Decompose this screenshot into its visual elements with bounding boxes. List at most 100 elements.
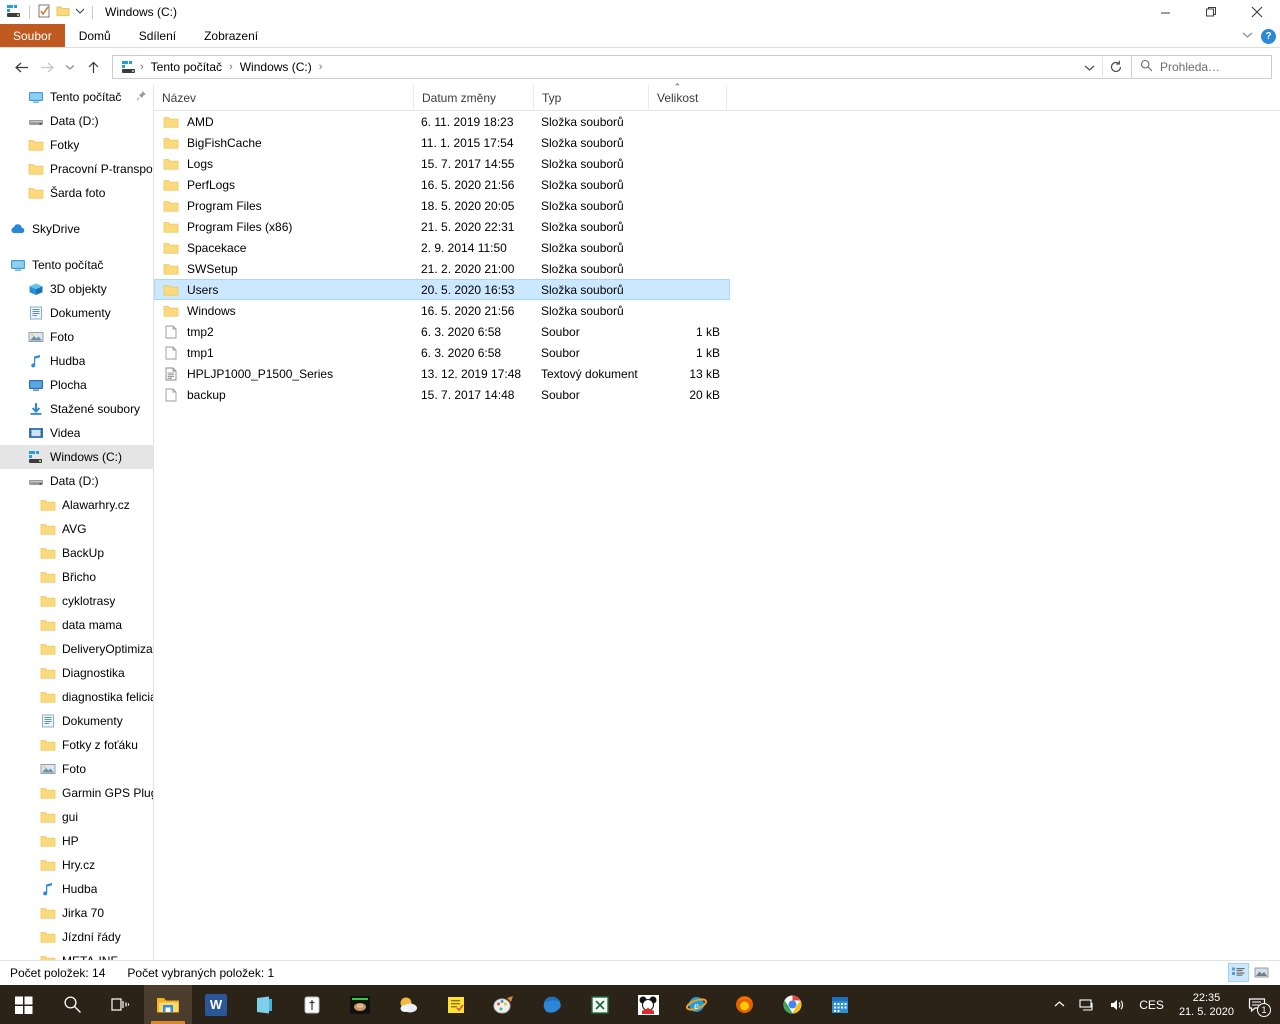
taskbar-search-icon[interactable] [48,985,96,1024]
sidebar-item-data-d[interactable]: Data (D:) [0,469,153,493]
sidebar-item-sta-en-soubory[interactable]: Stažené soubory [0,397,153,421]
table-row[interactable]: Spacekace 2. 9. 2014 11:50 Složka souborů [154,237,730,258]
sidebar-item-dokumenty[interactable]: Dokumenty [0,301,153,325]
column-header-nazev[interactable]: Název [154,85,414,111]
sidebar-item-deliveryoptimizat[interactable]: DeliveryOptimizat [0,637,153,661]
table-row[interactable]: Program Files 18. 5. 2020 20:05 Složka sou… [154,195,730,216]
minimize-button[interactable] [1142,0,1188,24]
chevron-down-icon[interactable] [1242,29,1253,43]
taskbar-calendar-icon[interactable] [816,985,864,1024]
taskbar-paint-icon[interactable] [480,985,528,1024]
table-row[interactable]: Program Files (x86) 21. 5. 2020 22:31 Slož… [154,216,730,237]
taskbar-file-explorer-icon[interactable] [144,985,192,1024]
chevron-up-icon[interactable] [1047,985,1072,1024]
sidebar-item-fotky[interactable]: Fotky [0,133,153,157]
sidebar-item-gui[interactable]: gui [0,805,153,829]
column-header-datum-zmeny[interactable]: Datum změny [414,85,534,111]
tab-sdileni[interactable]: Sdílení [125,24,190,47]
taskbar-game-icon[interactable] [336,985,384,1024]
customize-dropdown-icon[interactable] [75,5,85,19]
sidebar-item-tento-po-ta[interactable]: Tento počítač [0,253,153,277]
taskbar-edge-icon[interactable] [528,985,576,1024]
clock[interactable]: 22:35 21. 5. 2020 [1171,991,1242,1019]
breadcrumb-separator-1[interactable]: › [226,61,236,73]
taskbar-internet-explorer-icon[interactable]: e [672,985,720,1024]
breadcrumb-separator-2[interactable]: › [316,61,326,73]
address-dropdown-icon[interactable] [1076,56,1102,78]
sidebar-item-jirka-70[interactable]: Jirka 70 [0,901,153,925]
sidebar-item-avg[interactable]: AVG [0,517,153,541]
taskbar-whatsapp-icon[interactable] [288,985,336,1024]
maximize-button[interactable] [1188,0,1234,24]
sidebar-item-backup[interactable]: BackUp [0,541,153,565]
sidebar-item-arda-foto[interactable]: Šarda foto [0,181,153,205]
recent-locations-button[interactable] [60,54,80,80]
tab-soubor[interactable]: Soubor [0,24,65,47]
table-row[interactable]: SWSetup 21. 2. 2020 21:00 Složka souborů [154,258,730,279]
table-row[interactable]: AMD 6. 11. 2019 18:23 Složka souborů [154,111,730,132]
back-button[interactable] [8,54,34,80]
table-row[interactable]: Users 20. 5. 2020 16:53 Složka souborů [154,279,730,300]
sidebar-item-hudba[interactable]: Hudba [0,349,153,373]
table-row[interactable]: backup 15. 7. 2017 14:48 Soubor 20 kB [154,384,730,405]
sidebar-item-garmin-gps-plugi[interactable]: Garmin GPS Plugi [0,781,153,805]
sidebar-item-cyklotrasy[interactable]: cyklotrasy [0,589,153,613]
language-indicator[interactable]: CES [1132,985,1171,1024]
sidebar-item-plocha[interactable]: Plocha [0,373,153,397]
sidebar-item-data-d[interactable]: Data (D:) [0,109,153,133]
help-icon[interactable]: ? [1261,28,1276,44]
sidebar-item-foto[interactable]: Foto [0,325,153,349]
taskbar-excel-icon[interactable] [576,985,624,1024]
task-view-icon[interactable] [96,985,144,1024]
refresh-icon[interactable] [1103,56,1129,78]
taskbar-weather-icon[interactable] [384,985,432,1024]
sidebar-item-pracovn-p-transpo[interactable]: Pracovní P-transpo [0,157,153,181]
breadcrumb-item-windows-c[interactable]: Windows (C:) [236,56,316,78]
sidebar-item-windows-c[interactable]: Windows (C:) [0,445,153,469]
taskbar-mickey-icon[interactable] [624,985,672,1024]
sidebar-item-j-zdn-dy[interactable]: Jízdní řády [0,925,153,949]
table-row[interactable]: Logs 15. 7. 2017 14:55 Složka souborů [154,153,730,174]
sidebar-item-diagnostika[interactable]: Diagnostika [0,661,153,685]
sidebar-item-hudba[interactable]: Hudba [0,877,153,901]
sidebar-item-videa[interactable]: Videa [0,421,153,445]
sidebar-item-tento-po-ta[interactable]: Tento počítač [0,85,153,109]
start-button[interactable] [0,985,48,1024]
search-box[interactable]: Prohleda… [1132,55,1272,79]
table-row[interactable]: tmp2 6. 3. 2020 6:58 Soubor 1 kB [154,321,730,342]
forward-button[interactable] [34,54,60,80]
column-header-velikost[interactable]: ⌃ Velikost [649,82,727,111]
sidebar-item-diagnostika-felicia[interactable]: diagnostika felicia [0,685,153,709]
search-input[interactable]: Prohleda… [1160,60,1220,74]
sidebar-item-alawarhry-cz[interactable]: Alawarhry.cz [0,493,153,517]
sidebar-item-dokumenty[interactable]: Dokumenty [0,709,153,733]
sidebar-item-skydrive[interactable]: SkyDrive [0,217,153,241]
taskbar-onenote-icon[interactable] [240,985,288,1024]
sidebar-item-meta-inf[interactable]: META-INF [0,949,153,960]
sidebar-item-fotky-z-fo-ku[interactable]: Fotky z foťáku [0,733,153,757]
table-row[interactable]: HPLJP1000_P1500_Series 13. 12. 2019 17:48… [154,363,730,384]
sidebar-item-hry-cz[interactable]: Hry.cz [0,853,153,877]
column-header-typ[interactable]: Typ [534,85,649,111]
breadcrumb-separator-0[interactable]: › [137,61,147,73]
network-icon[interactable] [1072,985,1102,1024]
address-bar[interactable]: › Tento počítač › Windows (C:) › [112,55,1132,79]
taskbar-chrome-icon[interactable] [768,985,816,1024]
table-row[interactable]: Windows 16. 5. 2020 21:56 Složka souborů [154,300,730,321]
notification-center-button[interactable]: 1 [1242,985,1276,1024]
sidebar-item-3d-objekty[interactable]: 3D objekty [0,277,153,301]
tab-zobrazeni[interactable]: Zobrazení [190,24,272,47]
properties-icon[interactable] [37,4,51,21]
taskbar-firefox-icon[interactable] [720,985,768,1024]
new-folder-icon[interactable] [56,5,70,20]
volume-icon[interactable] [1102,985,1132,1024]
sidebar-item-data-mama[interactable]: data mama [0,613,153,637]
tab-domu[interactable]: Domů [65,24,125,47]
sidebar-item-b-icho[interactable]: Břicho [0,565,153,589]
sidebar-item-foto[interactable]: Foto [0,757,153,781]
close-button[interactable] [1234,0,1280,24]
pin-icon[interactable] [136,90,153,104]
taskbar-word-icon[interactable]: W [192,985,240,1024]
up-button[interactable] [80,54,106,80]
table-row[interactable]: BigFishCache 11. 1. 2015 17:54 Složka soub… [154,132,730,153]
